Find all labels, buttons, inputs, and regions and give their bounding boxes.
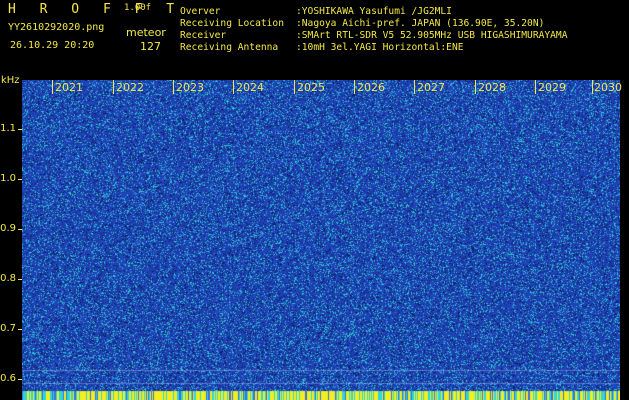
meta-label: Overver <box>180 6 221 17</box>
x-tick-mark <box>592 80 593 94</box>
x-tick-mark <box>52 80 53 94</box>
meta-receiver: Receiver :SMArt RTL-SDR V5 52.905MHz USB … <box>180 31 567 41</box>
x-tick-label: 2026 <box>357 81 385 94</box>
x-tick-mark <box>414 80 415 94</box>
x-tick-mark <box>173 80 174 94</box>
meta-antenna: Receiving Antenna :10mH 3el.YAGI Horizont… <box>180 43 464 53</box>
spectrogram-canvas <box>22 80 620 400</box>
meta-value: :10mH 3el.YAGI Horizontal:ENE <box>296 42 464 53</box>
y-tick-label: 0.8 <box>0 273 16 284</box>
x-tick-label: 2024 <box>236 81 264 94</box>
y-axis: 1.1 1.0 0.9 0.8 0.7 0.6 <box>0 0 22 400</box>
spectrogram-plot <box>22 80 620 400</box>
y-tick-label: 1.0 <box>0 173 16 184</box>
x-tick-mark <box>354 80 355 94</box>
x-tick-mark <box>475 80 476 94</box>
x-tick-label: 2029 <box>538 81 566 94</box>
x-tick-mark <box>233 80 234 94</box>
x-tick-mark <box>535 80 536 94</box>
y-tick-label: 0.9 <box>0 223 16 234</box>
meta-label: Receiver <box>180 30 227 41</box>
y-tick-label: 0.7 <box>0 323 16 334</box>
x-tick-label: 2027 <box>417 81 445 94</box>
x-tick-label: 2028 <box>478 81 506 94</box>
meta-value: :SMArt RTL-SDR V5 52.905MHz USB HIGASHIM… <box>296 30 568 41</box>
meta-value: :Nagoya Aichi-pref. JAPAN (136.90E, 35.2… <box>296 18 545 29</box>
meta-observer: Overver :YOSHIKAWA Yasufumi /JG2MLI <box>180 7 452 17</box>
x-tick-label: 2023 <box>176 81 204 94</box>
y-tick-label: 0.6 <box>0 373 16 384</box>
meta-value: :YOSHIKAWA Yasufumi /JG2MLI <box>296 6 452 17</box>
detection-type-label: meteor <box>126 26 166 39</box>
detection-count: 127 <box>140 40 161 53</box>
x-tick-label: 2030 <box>594 81 622 94</box>
x-tick-mark <box>294 80 295 94</box>
x-tick-mark <box>113 80 114 94</box>
x-tick-label: 2025 <box>297 81 325 94</box>
timestamp-label: 26.10.29 20:20 <box>10 40 95 51</box>
meta-label: Receiving Location <box>180 18 284 29</box>
version-label: 1.00f <box>124 3 152 13</box>
y-tick-label: 1.1 <box>0 123 16 134</box>
meta-location: Receiving Location :Nagoya Aichi-pref. JA… <box>180 19 544 29</box>
meta-label: Receiving Antenna <box>180 42 279 53</box>
filename-label: YY2610292020.png <box>8 22 105 33</box>
x-tick-label: 2022 <box>116 81 144 94</box>
app-title: H R O F F T <box>8 2 183 17</box>
x-tick-label: 2021 <box>55 81 83 94</box>
